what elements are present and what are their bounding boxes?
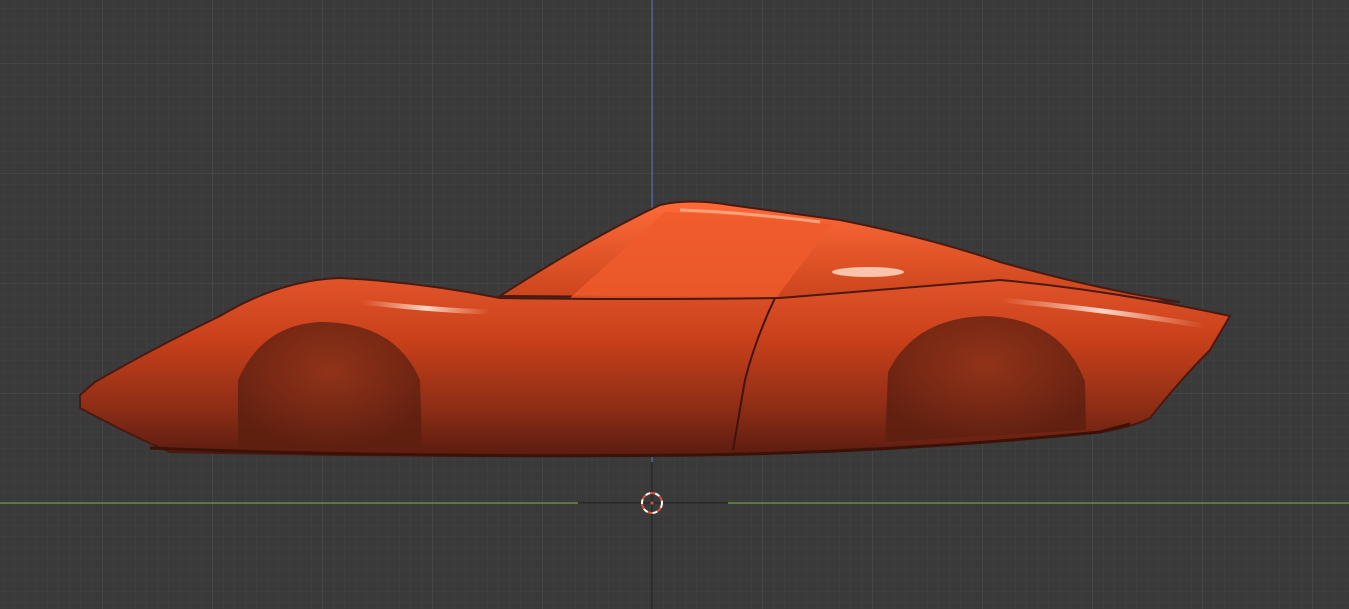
car-highlight-hood — [832, 267, 904, 277]
car-body[interactable] — [79, 200, 1232, 458]
3d-viewport[interactable] — [0, 0, 1349, 609]
3d-cursor[interactable] — [578, 462, 728, 609]
viewport-canvas[interactable] — [0, 0, 1349, 609]
cursor-dot — [650, 501, 654, 505]
